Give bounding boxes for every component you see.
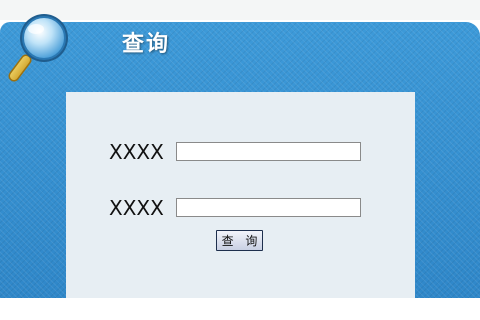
page: XXXX XXXX 查 询 查询 bbox=[0, 0, 480, 320]
query-button[interactable]: 查 询 bbox=[216, 230, 263, 251]
query-input-1[interactable] bbox=[176, 142, 361, 161]
field-label-2: XXXX bbox=[109, 196, 164, 220]
query-form: XXXX XXXX 查 询 bbox=[66, 92, 415, 298]
magnifier-icon bbox=[8, 14, 68, 82]
page-title: 查询 bbox=[122, 32, 171, 57]
query-input-2[interactable] bbox=[176, 198, 361, 217]
field-label-1: XXXX bbox=[109, 140, 164, 164]
